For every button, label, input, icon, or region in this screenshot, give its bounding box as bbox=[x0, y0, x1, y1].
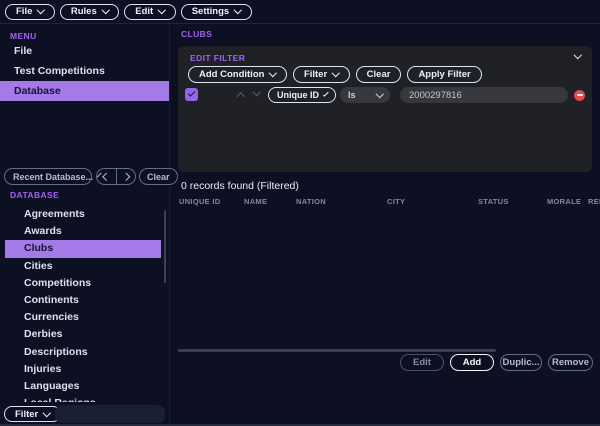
add-record-label: Add bbox=[463, 357, 481, 368]
chevron-left-icon bbox=[102, 173, 110, 181]
history-nav-group bbox=[96, 168, 136, 185]
chevron-down-icon bbox=[234, 6, 242, 14]
clear-filter-button[interactable]: Clear bbox=[356, 66, 402, 83]
remove-record-button[interactable]: Remove bbox=[548, 354, 593, 371]
collapse-chevron-icon[interactable] bbox=[573, 51, 581, 59]
filter-condition-row: Unique ID Is bbox=[178, 87, 592, 103]
add-condition-label: Add Condition bbox=[199, 69, 264, 80]
move-down-icon[interactable] bbox=[253, 88, 261, 96]
file-menu-label: File bbox=[16, 6, 32, 17]
sidebar-filter-button[interactable]: Filter bbox=[4, 406, 61, 422]
condition-field-dropdown[interactable]: Unique ID bbox=[268, 87, 336, 103]
database-item-cities[interactable]: Cities bbox=[0, 258, 169, 275]
clear-recent-label: Clear bbox=[147, 172, 170, 182]
horizontal-scrollbar-thumb[interactable] bbox=[178, 349, 496, 352]
records-status: 0 records found (Filtered) bbox=[181, 180, 299, 192]
edit-filter-panel: EDIT FILTER Add Condition Filter Clear A… bbox=[178, 46, 592, 172]
duplicate-record-button[interactable]: Duplic... bbox=[500, 354, 542, 371]
database-item-continents[interactable]: Continents bbox=[0, 292, 169, 309]
table-horizontal-scrollbar bbox=[178, 349, 592, 353]
condition-enabled-checkbox[interactable] bbox=[185, 88, 198, 101]
sidebar-item-file[interactable]: File bbox=[0, 41, 169, 61]
database-item-agreements[interactable]: Agreements bbox=[0, 206, 169, 223]
condition-operator-label: Is bbox=[348, 90, 356, 100]
settings-menu-button[interactable]: Settings bbox=[181, 4, 252, 20]
clear-recent-button[interactable]: Clear bbox=[139, 168, 178, 185]
back-button[interactable] bbox=[97, 169, 116, 184]
column-header-rep[interactable]: REP bbox=[588, 197, 600, 206]
edit-menu-label: Edit bbox=[135, 6, 153, 17]
add-record-button[interactable]: Add bbox=[450, 354, 494, 371]
column-header-city[interactable]: CITY bbox=[387, 197, 405, 206]
sidebar-filter-input[interactable] bbox=[55, 405, 165, 423]
chevron-down-icon bbox=[43, 409, 51, 417]
chevron-down-icon bbox=[269, 69, 277, 77]
database-item-local-regions[interactable]: Local Regions bbox=[0, 395, 169, 402]
database-item-competitions[interactable]: Competitions bbox=[0, 275, 169, 292]
condition-operator-dropdown[interactable]: Is bbox=[340, 87, 390, 103]
column-header-unique-id[interactable]: UNIQUE ID bbox=[179, 197, 220, 206]
move-up-icon[interactable] bbox=[237, 93, 245, 101]
database-section-header: DATABASE bbox=[10, 190, 59, 200]
recent-database-label: Recent Database... bbox=[13, 172, 93, 182]
recent-database-row: Recent Database... Clear bbox=[0, 168, 169, 186]
filter-dropdown-button[interactable]: Filter bbox=[293, 66, 350, 83]
condition-value-input[interactable] bbox=[400, 87, 568, 103]
chevron-down-icon bbox=[158, 6, 166, 14]
sidebar: MENU File Test Competitions Database Rec… bbox=[0, 25, 170, 426]
database-list: Agreements Awards Clubs Cities Competiti… bbox=[0, 206, 169, 402]
menu-section-header: MENU bbox=[10, 31, 37, 41]
recent-database-dropdown[interactable]: Recent Database... bbox=[4, 168, 92, 185]
editor-window: File Rules Edit Settings MENU File Test … bbox=[0, 0, 600, 426]
apply-filter-label: Apply Filter bbox=[418, 69, 470, 80]
menubar: File Rules Edit Settings bbox=[0, 0, 600, 24]
apply-filter-button[interactable]: Apply Filter bbox=[407, 66, 481, 83]
chevron-down-icon bbox=[37, 6, 45, 14]
edit-record-label: Edit bbox=[413, 357, 431, 368]
column-header-morale[interactable]: MORALE bbox=[547, 197, 581, 206]
table-header-row: UNIQUE ID NAME NATION CITY STATUS MORALE… bbox=[171, 197, 600, 210]
chevron-right-icon bbox=[122, 173, 130, 181]
record-actions: Edit Add Duplic... Remove bbox=[400, 354, 593, 371]
page-title: CLUBS bbox=[181, 29, 212, 39]
filter-toolbar: Add Condition Filter Clear Apply Filter bbox=[188, 66, 482, 83]
database-item-clubs[interactable]: Clubs bbox=[5, 240, 161, 257]
column-header-name[interactable]: NAME bbox=[244, 197, 267, 206]
sidebar-filter-label: Filter bbox=[15, 409, 38, 420]
chevron-down-icon bbox=[375, 90, 383, 98]
forward-button[interactable] bbox=[116, 169, 136, 184]
sidebar-item-database[interactable]: Database bbox=[0, 81, 169, 101]
sidebar-footer: Filter bbox=[0, 402, 168, 426]
duplicate-record-label: Duplic... bbox=[503, 357, 540, 368]
menu-list: File Test Competitions Database bbox=[0, 41, 169, 101]
settings-menu-label: Settings bbox=[192, 6, 229, 17]
add-condition-button[interactable]: Add Condition bbox=[188, 66, 287, 83]
rules-menu-label: Rules bbox=[71, 6, 97, 17]
edit-filter-header: EDIT FILTER bbox=[190, 53, 245, 63]
rules-menu-button[interactable]: Rules bbox=[60, 4, 119, 20]
column-header-status[interactable]: STATUS bbox=[478, 197, 509, 206]
edit-menu-button[interactable]: Edit bbox=[124, 4, 175, 20]
condition-field-label: Unique ID bbox=[277, 90, 319, 100]
database-item-awards[interactable]: Awards bbox=[0, 223, 169, 240]
file-menu-button[interactable]: File bbox=[5, 4, 55, 20]
chevron-down-icon bbox=[332, 69, 340, 77]
filter-dropdown-label: Filter bbox=[304, 69, 327, 80]
database-item-derbies[interactable]: Derbies bbox=[0, 326, 169, 343]
database-item-currencies[interactable]: Currencies bbox=[0, 309, 169, 326]
column-header-nation[interactable]: NATION bbox=[296, 197, 326, 206]
clear-filter-label: Clear bbox=[367, 69, 391, 80]
chevron-down-icon bbox=[102, 6, 110, 14]
edit-record-button[interactable]: Edit bbox=[400, 354, 444, 371]
database-item-languages[interactable]: Languages bbox=[0, 378, 169, 395]
chevron-down-icon bbox=[323, 91, 328, 96]
sidebar-scrollbar-thumb[interactable] bbox=[164, 210, 167, 283]
remove-record-label: Remove bbox=[552, 357, 589, 368]
sidebar-item-test-competitions[interactable]: Test Competitions bbox=[0, 61, 169, 81]
database-item-descriptions[interactable]: Descriptions bbox=[0, 344, 169, 361]
remove-condition-icon[interactable] bbox=[574, 90, 585, 101]
database-item-injuries[interactable]: Injuries bbox=[0, 361, 169, 378]
